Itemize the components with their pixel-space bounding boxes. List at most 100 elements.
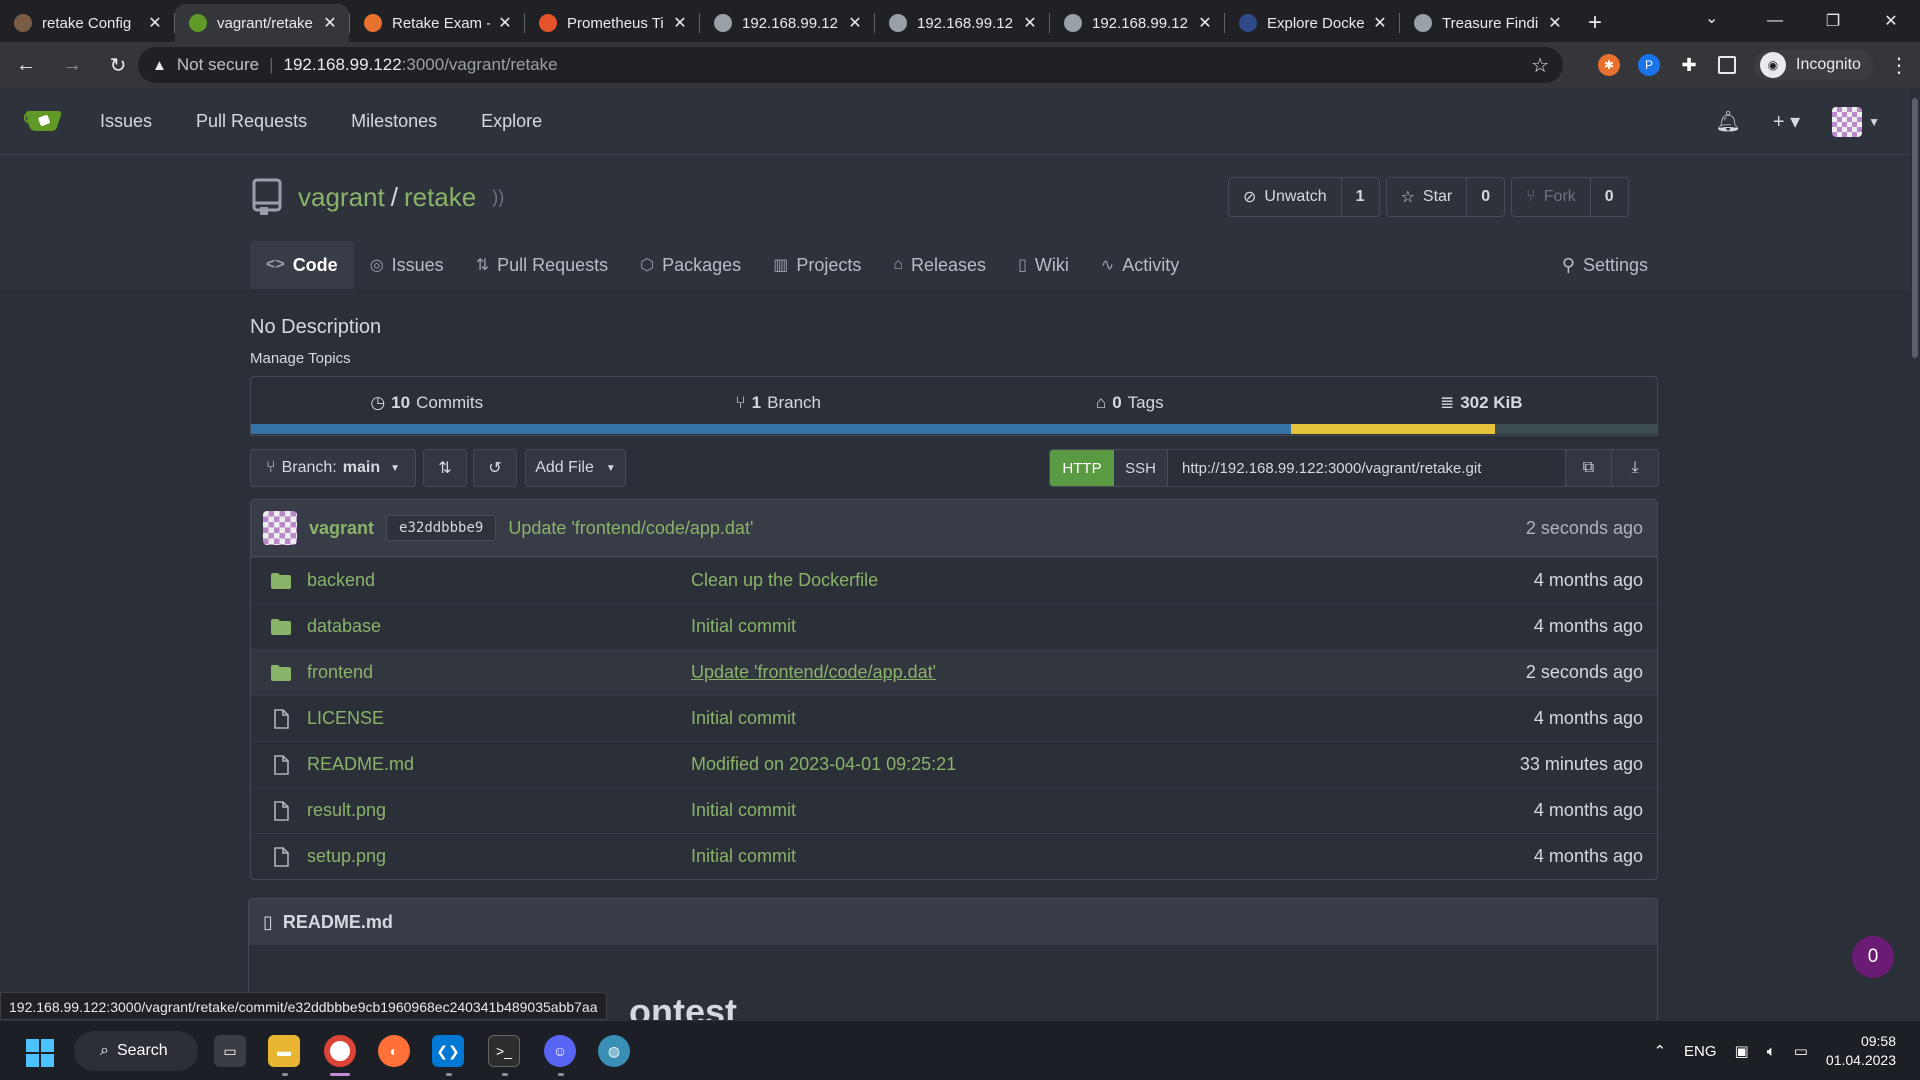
browser-tab[interactable]: Retake Exam - ✕: [350, 4, 524, 42]
compare-button[interactable]: ⇅: [423, 449, 467, 487]
side-panel-icon[interactable]: [1718, 56, 1736, 74]
browser-tab[interactable]: Explore Docke ✕: [1225, 4, 1399, 42]
watch-count[interactable]: 1: [1340, 178, 1379, 216]
close-tab-icon[interactable]: ✕: [1371, 13, 1389, 33]
file-name-link[interactable]: README.md: [307, 754, 691, 775]
file-commit-message[interactable]: Initial commit: [691, 846, 1534, 867]
language-indicator[interactable]: ENG: [1684, 1043, 1717, 1060]
copy-icon[interactable]: ⧉: [1566, 450, 1612, 486]
file-commit-message[interactable]: Update 'frontend/code/app.dat': [691, 662, 1526, 683]
tab-code[interactable]: <> Code: [250, 241, 354, 289]
file-name-link[interactable]: LICENSE: [307, 708, 691, 729]
branches-stat[interactable]: ⑂ 1 Branch: [603, 377, 955, 429]
bookmark-star-icon[interactable]: ☆: [1531, 53, 1549, 78]
file-commit-message[interactable]: Initial commit: [691, 800, 1534, 821]
browser-tab[interactable]: retake Config ✕: [0, 4, 174, 42]
add-file-dropdown[interactable]: Add File ▼: [525, 449, 626, 487]
terminal-icon[interactable]: >_: [488, 1035, 520, 1067]
file-name-link[interactable]: database: [307, 616, 691, 637]
clone-http-button[interactable]: HTTP: [1050, 450, 1114, 486]
notification-badge[interactable]: 0: [1852, 936, 1894, 978]
incognito-profile[interactable]: ◉ Incognito: [1754, 50, 1873, 80]
file-name-link[interactable]: frontend: [307, 662, 691, 683]
restore-icon[interactable]: ❐: [1804, 11, 1862, 31]
browser-tab[interactable]: Prometheus Ti ✕: [525, 4, 699, 42]
close-window-icon[interactable]: ✕: [1862, 11, 1920, 31]
battery-icon[interactable]: ▭: [1794, 1042, 1808, 1060]
clone-ssh-button[interactable]: SSH: [1114, 450, 1168, 486]
close-tab-icon[interactable]: ✕: [671, 13, 689, 33]
close-tab-icon[interactable]: ✕: [1546, 13, 1564, 33]
puzzle-icon[interactable]: ✚: [1678, 54, 1700, 76]
branch-dropdown[interactable]: ⑂ Branch: main ▼: [250, 449, 416, 487]
extension-badge-icon[interactable]: P: [1638, 54, 1660, 76]
tab-settings[interactable]: ⚲ Settings: [1562, 241, 1648, 289]
fork-button[interactable]: ⑂ Fork 0: [1511, 177, 1629, 217]
reload-icon[interactable]: ↻: [98, 53, 138, 78]
windows-start-icon[interactable]: [26, 1039, 54, 1067]
nav-issues[interactable]: Issues: [100, 111, 152, 132]
fork-count[interactable]: 0: [1589, 178, 1628, 216]
extension-icon[interactable]: ✱: [1598, 54, 1620, 76]
address-bar[interactable]: ▲ Not secure | 192.168.99.122 :3000/vagr…: [138, 47, 1563, 83]
forward-icon[interactable]: →: [52, 54, 92, 77]
file-name-link[interactable]: setup.png: [307, 846, 691, 867]
chevron-up-icon[interactable]: ⌃: [1653, 1042, 1666, 1060]
new-tab-icon[interactable]: +: [1588, 4, 1602, 42]
close-tab-icon[interactable]: ✕: [496, 13, 514, 33]
language-segment[interactable]: [1291, 424, 1496, 434]
close-tab-icon[interactable]: ✕: [321, 13, 339, 33]
commit-author[interactable]: vagrant: [309, 518, 374, 539]
language-segment[interactable]: [1495, 424, 1657, 434]
manage-topics-link[interactable]: Manage Topics: [250, 350, 351, 367]
firefox-icon[interactable]: ◐: [378, 1035, 410, 1067]
commits-stat[interactable]: ◷ 10 Commits: [251, 377, 603, 429]
tags-stat[interactable]: ⌂ 0 Tags: [954, 377, 1306, 429]
clone-url-input[interactable]: http://192.168.99.122:3000/vagrant/retak…: [1168, 450, 1566, 486]
chrome-icon[interactable]: [324, 1035, 356, 1067]
tab-activity[interactable]: ∿ Activity: [1085, 241, 1195, 289]
tab-projects[interactable]: ▥ Projects: [757, 241, 877, 289]
nav-milestones[interactable]: Milestones: [351, 111, 437, 132]
file-commit-message[interactable]: Initial commit: [691, 708, 1534, 729]
tab-releases[interactable]: ⌂ Releases: [877, 241, 1002, 289]
create-new-dropdown[interactable]: + ▾: [1773, 109, 1800, 134]
scrollbar[interactable]: [1910, 88, 1920, 1020]
file-explorer-icon[interactable]: ▬: [268, 1035, 300, 1067]
vscode-icon[interactable]: ❮❯: [432, 1035, 464, 1067]
file-commit-message[interactable]: Clean up the Dockerfile: [691, 570, 1534, 591]
clock[interactable]: 09:58 01.04.2023: [1826, 1032, 1896, 1070]
back-icon[interactable]: ←: [6, 54, 46, 77]
close-tab-icon[interactable]: ✕: [1021, 13, 1039, 33]
file-commit-message[interactable]: Initial commit: [691, 616, 1534, 637]
repo-name-link[interactable]: retake: [404, 182, 476, 213]
nav-pull-requests[interactable]: Pull Requests: [196, 111, 307, 132]
commit-message[interactable]: Update 'frontend/code/app.dat': [508, 518, 1526, 539]
close-tab-icon[interactable]: ✕: [1196, 13, 1214, 33]
browser-tab[interactable]: 192.168.99.12 ✕: [875, 4, 1049, 42]
download-icon[interactable]: ⤓: [1612, 450, 1658, 486]
repo-owner-link[interactable]: vagrant: [298, 182, 385, 213]
browser-menu-icon[interactable]: ⋮: [1889, 53, 1909, 78]
commit-sha[interactable]: e32ddbbbe9: [386, 515, 497, 541]
browser-tab[interactable]: 192.168.99.12 ✕: [700, 4, 874, 42]
tab-search-icon[interactable]: ⌄: [1705, 8, 1718, 28]
language-segment[interactable]: [251, 424, 1292, 434]
close-tab-icon[interactable]: ✕: [146, 13, 164, 33]
history-button[interactable]: ↺: [473, 449, 517, 487]
network-icon[interactable]: ▣: [1735, 1042, 1749, 1060]
star-count[interactable]: 0: [1466, 178, 1504, 216]
language-bar[interactable]: [251, 424, 1657, 434]
tab-packages[interactable]: ⬡ Packages: [624, 241, 757, 289]
tab-wiki[interactable]: ▯ Wiki: [1002, 241, 1085, 289]
discord-icon[interactable]: ☺: [544, 1035, 576, 1067]
taskbar-search[interactable]: ⌕ Search: [74, 1031, 198, 1071]
file-name-link[interactable]: backend: [307, 570, 691, 591]
browser-tab[interactable]: vagrant/retake ✕: [175, 4, 349, 42]
tab-pull-requests[interactable]: ⇅ Pull Requests: [460, 241, 624, 289]
tab-issues[interactable]: ◎ Issues: [354, 241, 460, 289]
nav-explore[interactable]: Explore: [481, 111, 542, 132]
watch-button[interactable]: ⊘ Unwatch 1: [1228, 177, 1380, 217]
close-tab-icon[interactable]: ✕: [846, 13, 864, 33]
browser-tab[interactable]: 192.168.99.12 ✕: [1050, 4, 1224, 42]
